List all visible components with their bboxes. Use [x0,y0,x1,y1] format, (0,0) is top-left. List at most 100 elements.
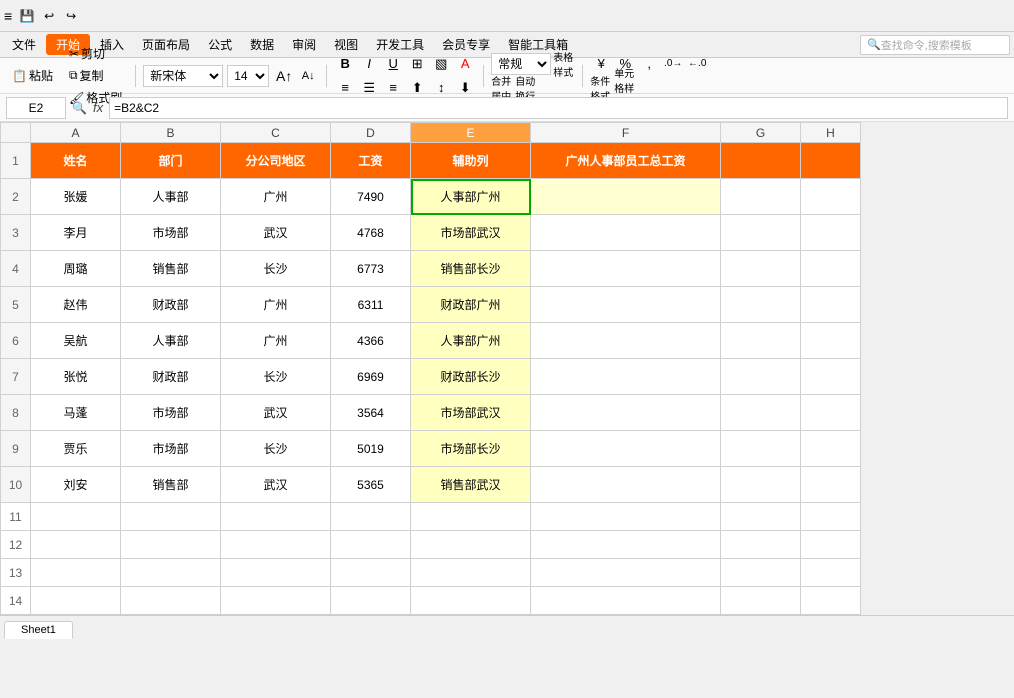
cell-d7[interactable]: 6969 [331,359,411,395]
dec-decimal-btn[interactable]: ←.0 [686,53,708,75]
sheet-tab-1[interactable]: Sheet1 [4,621,73,639]
menu-data[interactable]: 数据 [242,34,282,55]
header-region[interactable]: 分公司地区 [221,143,331,179]
cell-a5[interactable]: 赵伟 [31,287,121,323]
cell-h8[interactable] [801,395,861,431]
cell-empty-12-0[interactable] [31,531,121,559]
undo-icon[interactable]: ↩ [40,7,58,25]
cell-c5[interactable]: 广州 [221,287,331,323]
cell-b8[interactable]: 市场部 [121,395,221,431]
cell-d10[interactable]: 5365 [331,467,411,503]
cell-empty-12-5[interactable] [531,531,721,559]
border-btn[interactable]: ⊞ [406,53,428,75]
cell-empty-14-7[interactable] [801,587,861,615]
cell-h4[interactable] [801,251,861,287]
align-center-btn[interactable]: ☰ [358,77,380,99]
col-E[interactable]: E [411,123,531,143]
col-F[interactable]: F [531,123,721,143]
cell-e9[interactable]: 市场部长沙 [411,431,531,467]
cell-d8[interactable]: 3564 [331,395,411,431]
cell-b6[interactable]: 人事部 [121,323,221,359]
search-formula-icon[interactable]: 🔍 [72,101,87,115]
cell-empty-14-0[interactable] [31,587,121,615]
cell-empty-11-1[interactable] [121,503,221,531]
cell-f9[interactable] [531,431,721,467]
header-salary[interactable]: 工资 [331,143,411,179]
cell-c9[interactable]: 长沙 [221,431,331,467]
search-bar[interactable]: 🔍 查找命令,搜索模板 [860,35,1010,55]
align-right-btn[interactable]: ≡ [382,77,404,99]
cell-f6[interactable] [531,323,721,359]
cell-a3[interactable]: 李月 [31,215,121,251]
cell-g7[interactable] [721,359,801,395]
cell-a2[interactable]: 张媛 [31,179,121,215]
cell-d6[interactable]: 4366 [331,323,411,359]
align-bottom-btn[interactable]: ⬇ [454,77,476,99]
col-B[interactable]: B [121,123,221,143]
cell-empty-12-6[interactable] [721,531,801,559]
align-middle-btn[interactable]: ↕ [430,77,452,99]
font-select[interactable]: 新宋体 [143,65,223,87]
cell-h7[interactable] [801,359,861,395]
cell-g10[interactable] [721,467,801,503]
cell-empty-12-1[interactable] [121,531,221,559]
cell-empty-12-2[interactable] [221,531,331,559]
cell-a6[interactable]: 吴航 [31,323,121,359]
cell-c8[interactable]: 武汉 [221,395,331,431]
cell-empty-12-7[interactable] [801,531,861,559]
cell-empty-14-1[interactable] [121,587,221,615]
cell-c3[interactable]: 武汉 [221,215,331,251]
cell-empty-14-2[interactable] [221,587,331,615]
cell-h3[interactable] [801,215,861,251]
paste-btn[interactable]: 📋 粘贴 [6,65,59,86]
bold-btn[interactable]: B [334,53,356,75]
cell-e6[interactable]: 人事部广州 [411,323,531,359]
decrease-font-btn[interactable]: A↓ [297,65,319,87]
header-total[interactable]: 广州人事部员工总工资 [531,143,721,179]
cell-empty-11-0[interactable] [31,503,121,531]
cell-b9[interactable]: 市场部 [121,431,221,467]
number-format-select[interactable]: 常规 [491,53,551,75]
cell-f2[interactable] [531,179,721,215]
cell-f5[interactable] [531,287,721,323]
cell-b10[interactable]: 销售部 [121,467,221,503]
cell-f4[interactable] [531,251,721,287]
cell-h6[interactable] [801,323,861,359]
cell-b5[interactable]: 财政部 [121,287,221,323]
cell-empty-11-6[interactable] [721,503,801,531]
cell-d9[interactable]: 5019 [331,431,411,467]
copy-btn[interactable]: ⧉ 复制 [63,65,128,86]
sheet-area[interactable]: A B C D E F G H 1 姓名 部门 分公司地区 工资 [0,122,1014,615]
cell-h2[interactable] [801,179,861,215]
cell-e2[interactable]: 人事部广州 [411,179,531,215]
header-dept[interactable]: 部门 [121,143,221,179]
cell-h5[interactable] [801,287,861,323]
cell-g4[interactable] [721,251,801,287]
cell-d5[interactable]: 6311 [331,287,411,323]
cell-h9[interactable] [801,431,861,467]
cell-e7[interactable]: 财政部长沙 [411,359,531,395]
inc-decimal-btn[interactable]: .0→ [662,53,684,75]
conditional-fmt-btn[interactable]: 条件格式 [590,77,612,99]
cell-c4[interactable]: 长沙 [221,251,331,287]
cell-a4[interactable]: 周璐 [31,251,121,287]
cell-empty-14-5[interactable] [531,587,721,615]
align-top-btn[interactable]: ⬆ [406,77,428,99]
increase-font-btn[interactable]: A↑ [273,65,295,87]
cell-b7[interactable]: 财政部 [121,359,221,395]
italic-btn[interactable]: I [358,53,380,75]
cell-empty-13-6[interactable] [721,559,801,587]
menu-file[interactable]: 文件 [4,34,44,55]
cell-empty-14-4[interactable] [411,587,531,615]
cell-g5[interactable] [721,287,801,323]
formula-input[interactable] [109,97,1008,119]
cell-e5[interactable]: 财政部广州 [411,287,531,323]
cell-empty-13-5[interactable] [531,559,721,587]
cell-g3[interactable] [721,215,801,251]
cell-empty-13-1[interactable] [121,559,221,587]
cell-e4[interactable]: 销售部长沙 [411,251,531,287]
cell-c10[interactable]: 武汉 [221,467,331,503]
cell-empty-11-2[interactable] [221,503,331,531]
cell-b4[interactable]: 销售部 [121,251,221,287]
cell-f10[interactable] [531,467,721,503]
